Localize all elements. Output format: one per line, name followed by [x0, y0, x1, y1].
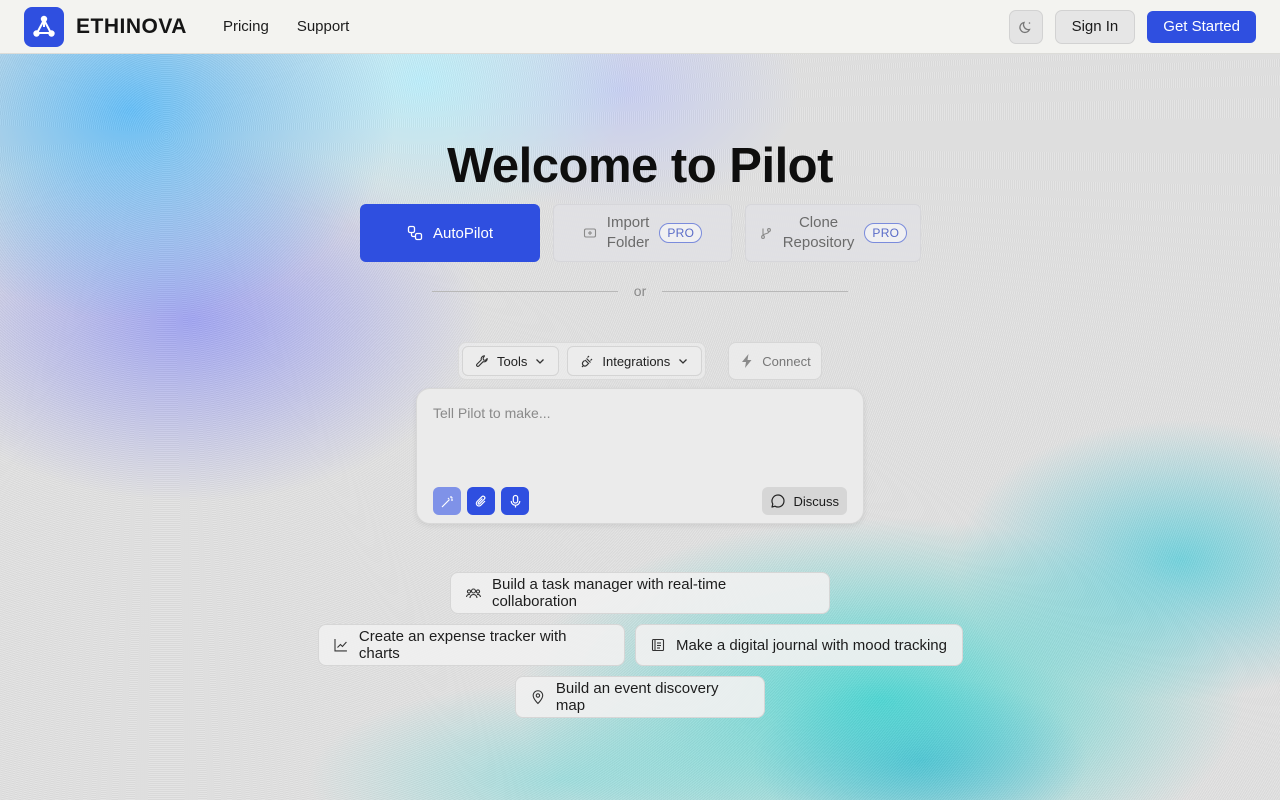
clone-repository-label: Clone Repository [783, 213, 855, 253]
clone-repository-label-line1: Clone [798, 214, 839, 231]
lightning-icon [742, 354, 752, 368]
pro-badge: PRO [864, 223, 908, 243]
clone-repository-mode-button[interactable]: Clone Repository PRO [745, 204, 921, 262]
suggestion-chip[interactable]: Make a digital journal with mood trackin… [635, 624, 963, 666]
suggestion-chip[interactable]: Build a task manager with real-time coll… [450, 572, 830, 614]
integrations-label: Integrations [602, 353, 671, 369]
mode-selector: AutoPilot Import Folder PRO Clone Reposi… [360, 204, 921, 262]
import-folder-mode-button[interactable]: Import Folder PRO [553, 204, 732, 262]
import-folder-label-line1: Import [606, 214, 650, 231]
integrations-dropdown-button[interactable]: Integrations [567, 346, 703, 376]
sign-in-button[interactable]: Sign In [1054, 9, 1136, 44]
import-folder-label-line2: Folder [606, 234, 650, 251]
autopilot-icon [407, 225, 423, 241]
prompt-box: Discuss [416, 388, 864, 524]
tools-label: Tools [497, 353, 528, 369]
suggestion-text: Build an event discovery map [555, 680, 719, 714]
plug-icon [581, 355, 593, 367]
moon-icon [1018, 21, 1031, 33]
discuss-button[interactable]: Discuss [762, 487, 847, 515]
prompt-actions [433, 487, 529, 515]
wrench-icon [476, 354, 488, 367]
attach-file-button[interactable] [467, 487, 495, 515]
tools-dropdown-button[interactable]: Tools [462, 346, 560, 376]
autopilot-label: AutoPilot [432, 224, 494, 242]
suggestion-text: Create an expense tracker with charts [358, 628, 567, 662]
users-icon [465, 587, 482, 598]
clone-repository-label-line2: Repository [782, 234, 855, 251]
magic-wand-icon [441, 495, 453, 507]
import-folder-label: Import Folder [607, 213, 650, 253]
microphone-icon [510, 494, 520, 507]
line-chart-icon [334, 639, 347, 652]
map-pin-icon [532, 690, 544, 705]
chevron-down-icon [679, 359, 688, 364]
paperclip-icon [475, 495, 485, 507]
suggestion-text: Build a task manager with real-time coll… [491, 576, 727, 610]
chat-bubble-icon [771, 494, 786, 508]
header-actions: Sign In Get Started [1008, 9, 1256, 44]
folder-icon [583, 228, 596, 238]
nav-support-link[interactable]: Support [297, 18, 350, 35]
suggestion-chip[interactable]: Build an event discovery map [515, 676, 765, 718]
main-nav: Pricing Support [223, 18, 349, 35]
get-started-button[interactable]: Get Started [1147, 10, 1256, 43]
page-title: Welcome to Pilot [447, 139, 833, 193]
network-nodes-icon [33, 15, 55, 37]
git-branch-icon [760, 228, 771, 239]
divider-line-left [432, 290, 618, 292]
suggestion-chip[interactable]: Create an expense tracker with charts [318, 624, 625, 666]
enhance-prompt-button[interactable] [433, 487, 461, 515]
theme-toggle-button[interactable] [1008, 9, 1043, 44]
suggestion-text: Make a digital journal with mood trackin… [676, 636, 947, 654]
top-header: ETHINOVA Pricing Support Sign In Get Sta… [0, 0, 1280, 54]
discuss-label: Discuss [793, 493, 839, 509]
divider-line-right [662, 290, 849, 292]
nav-pricing-link[interactable]: Pricing [223, 18, 269, 35]
logo[interactable] [24, 6, 64, 47]
connect-button[interactable]: Connect [728, 342, 822, 380]
pro-badge: PRO [659, 223, 703, 243]
brand-name: ETHINOVA [76, 14, 187, 38]
chevron-down-icon [536, 359, 545, 364]
connect-label: Connect [762, 353, 811, 369]
prompt-toolbar: Tools Integrations [458, 342, 707, 380]
autopilot-mode-button[interactable]: AutoPilot [360, 204, 540, 262]
journal-icon [651, 638, 665, 652]
or-text: or [633, 283, 647, 299]
voice-input-button[interactable] [501, 487, 529, 515]
prompt-input[interactable] [433, 405, 843, 421]
or-divider: or [432, 283, 849, 299]
